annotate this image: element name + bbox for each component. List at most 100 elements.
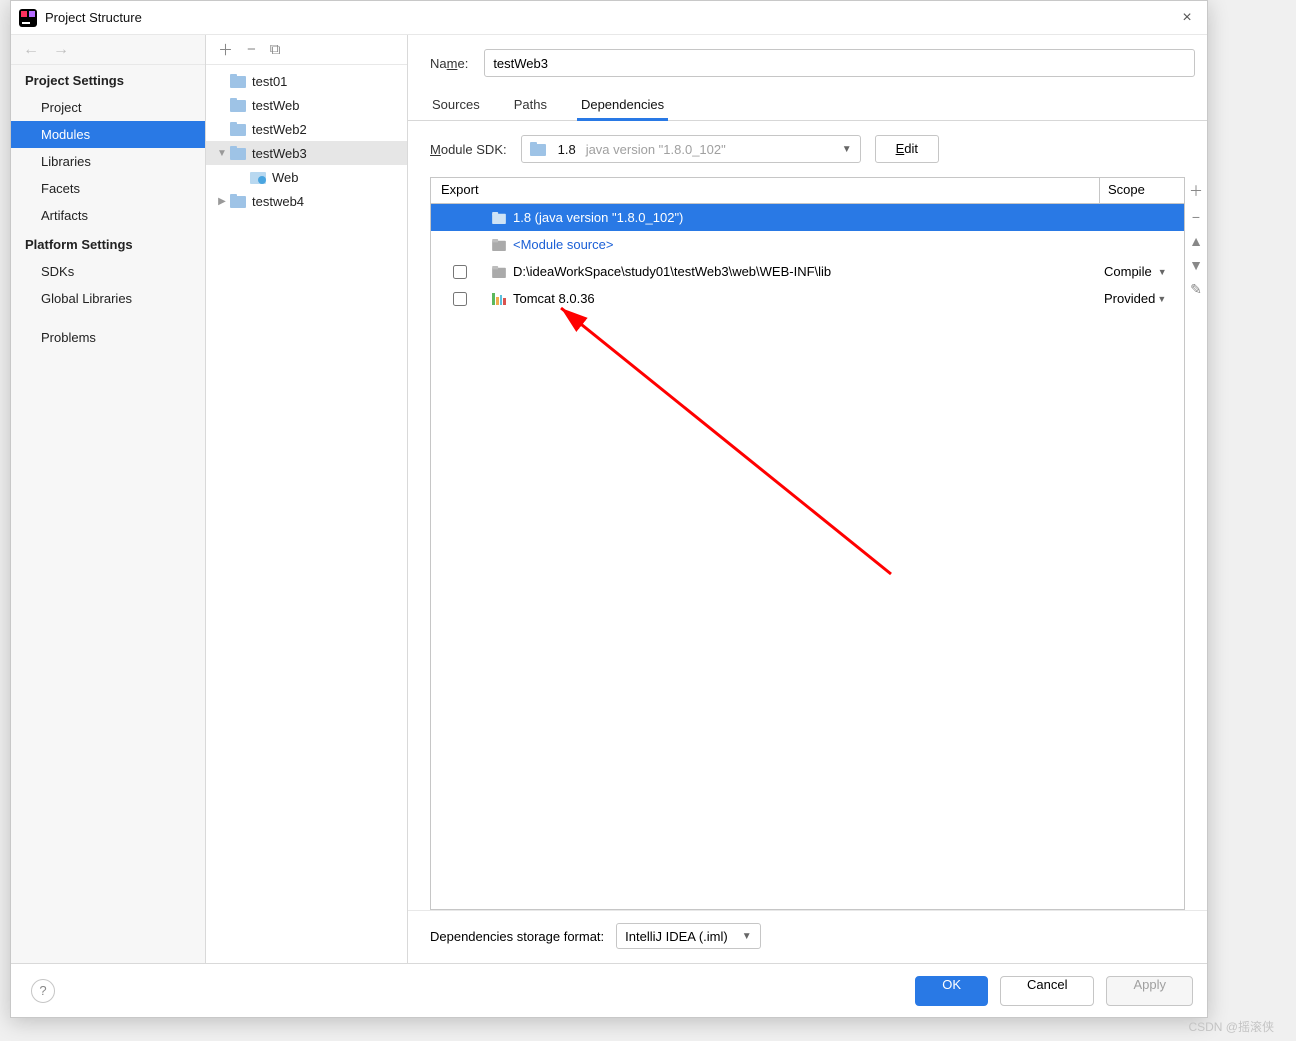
sidebar-item-facets[interactable]: Facets <box>11 175 205 202</box>
storage-format-combo[interactable]: IntelliJ IDEA (.iml) ▼ <box>616 923 760 949</box>
header-export: Export <box>431 178 1100 203</box>
close-icon[interactable]: × <box>1175 9 1199 27</box>
add-icon[interactable]: ＋ <box>218 39 233 60</box>
tab-sources[interactable]: Sources <box>430 91 482 120</box>
export-checkbox[interactable] <box>453 265 467 279</box>
folder-icon <box>489 266 509 278</box>
tree-toolbar: ＋ − ⧉ <box>206 35 407 65</box>
titlebar: Project Structure × <box>11 1 1207 35</box>
dep-row-tomcat[interactable]: Tomcat 8.0.36 Provided▼ <box>431 285 1184 312</box>
remove-dependency-icon[interactable]: − <box>1192 209 1200 225</box>
module-tree-panel: ＋ − ⧉ test01 testWeb testWeb2 ▼ <box>206 35 408 963</box>
tree-node-testweb3[interactable]: ▼ testWeb3 <box>206 141 407 165</box>
sidebar-item-modules[interactable]: Modules <box>11 121 205 148</box>
dep-name: D:\ideaWorkSpace\study01\testWeb3\web\WE… <box>509 264 1100 279</box>
folder-icon <box>230 146 246 160</box>
sidebar-item-global-libraries[interactable]: Global Libraries <box>11 285 205 312</box>
project-structure-dialog: Project Structure × ← → Project Settings… <box>10 0 1208 1018</box>
window-title: Project Structure <box>45 10 1175 25</box>
storage-label: Dependencies storage format: <box>430 929 604 944</box>
module-sdk-label: Module SDK: <box>430 142 507 157</box>
tabs: Sources Paths Dependencies <box>408 91 1207 121</box>
sidebar-item-sdks[interactable]: SDKs <box>11 258 205 285</box>
back-icon[interactable]: ← <box>23 41 39 59</box>
sdk-value: 1.8 <box>558 142 576 157</box>
folder-icon <box>489 212 509 224</box>
help-icon[interactable]: ? <box>31 979 55 1003</box>
edit-dependency-icon[interactable]: ✎ <box>1190 281 1202 298</box>
dependencies-side-toolbar: ＋ − ▲ ▼ ✎ <box>1185 177 1207 910</box>
folder-icon <box>230 194 246 208</box>
chevron-down-icon[interactable]: ▼ <box>214 148 230 159</box>
watermark: CSDN @摇滚侠 <box>1188 1018 1274 1035</box>
name-row: Name: <box>408 49 1207 91</box>
forward-icon[interactable]: → <box>53 41 69 59</box>
web-icon <box>250 170 266 184</box>
tree-node-testweb4[interactable]: ▶ testweb4 <box>206 189 407 213</box>
dep-name: 1.8 (java version "1.8.0_102") <box>509 210 1100 225</box>
table-header: Export Scope <box>431 178 1184 204</box>
apply-button[interactable]: Apply <box>1106 976 1193 1006</box>
sidebar-section-project-settings: Project Settings <box>11 65 205 94</box>
checkbox-cell <box>431 265 489 279</box>
checkbox-cell <box>431 292 489 306</box>
sidebar-item-libraries[interactable]: Libraries <box>11 148 205 175</box>
dep-row-module-source[interactable]: <Module source> <box>431 231 1184 258</box>
dep-name: Tomcat 8.0.36 <box>509 291 1100 306</box>
tree-node-testweb2[interactable]: testWeb2 <box>206 117 407 141</box>
tree-label: testweb4 <box>252 194 304 209</box>
name-field[interactable] <box>484 49 1195 77</box>
dependencies-table: Export Scope 1.8 (java version "1.8.0_10… <box>430 177 1185 910</box>
remove-icon[interactable]: − <box>247 41 256 58</box>
sidebar-item-problems[interactable]: Problems <box>11 324 205 351</box>
dialog-body: ← → Project Settings Project Modules Lib… <box>11 35 1207 963</box>
chevron-down-icon: ▼ <box>1158 267 1167 277</box>
chevron-right-icon[interactable]: ▶ <box>214 196 230 207</box>
sdk-secondary: java version "1.8.0_102" <box>586 142 726 157</box>
folder-icon <box>489 239 509 251</box>
tree-node-web[interactable]: Web <box>206 165 407 189</box>
add-dependency-icon[interactable]: ＋ <box>1189 181 1203 201</box>
sidebar-nav: ← → <box>11 35 205 65</box>
move-up-icon[interactable]: ▲ <box>1189 233 1203 249</box>
folder-icon <box>230 98 246 112</box>
dep-scope[interactable]: Compile▼ <box>1100 264 1184 279</box>
edit-button[interactable]: Edit <box>875 135 939 163</box>
sdk-row: Module SDK: 1.8 java version "1.8.0_102"… <box>408 121 1207 177</box>
ok-button[interactable]: OK <box>915 976 988 1006</box>
dependencies-wrapper: Export Scope 1.8 (java version "1.8.0_10… <box>430 177 1207 910</box>
chevron-down-icon: ▼ <box>742 931 752 942</box>
table-body: 1.8 (java version "1.8.0_102") <Module s… <box>431 204 1184 909</box>
header-scope: Scope <box>1100 178 1184 203</box>
sidebar-section-platform-settings: Platform Settings <box>11 229 205 258</box>
dialog-footer: ? OK Cancel Apply <box>11 963 1207 1017</box>
name-label: Name: <box>430 56 468 71</box>
move-down-icon[interactable]: ▼ <box>1189 257 1203 273</box>
tree-label: test01 <box>252 74 287 89</box>
export-checkbox[interactable] <box>453 292 467 306</box>
dep-name: <Module source> <box>509 237 1100 252</box>
tree-label: Web <box>272 170 299 185</box>
storage-row: Dependencies storage format: IntelliJ ID… <box>408 910 1207 963</box>
dep-scope[interactable]: Provided▼ <box>1100 291 1184 306</box>
tree-label: testWeb2 <box>252 122 307 137</box>
cancel-button[interactable]: Cancel <box>1000 976 1094 1006</box>
tab-dependencies[interactable]: Dependencies <box>579 91 666 120</box>
sidebar: ← → Project Settings Project Modules Lib… <box>11 35 206 963</box>
library-icon <box>489 293 509 305</box>
storage-value: IntelliJ IDEA (.iml) <box>625 929 728 944</box>
content-panel: Name: Sources Paths Dependencies Module … <box>408 35 1207 963</box>
tab-paths[interactable]: Paths <box>512 91 549 120</box>
dep-row-sdk[interactable]: 1.8 (java version "1.8.0_102") <box>431 204 1184 231</box>
tree-node-testweb[interactable]: testWeb <box>206 93 407 117</box>
app-icon <box>19 9 37 27</box>
folder-icon <box>230 122 246 136</box>
module-sdk-combo[interactable]: 1.8 java version "1.8.0_102" ▼ <box>521 135 861 163</box>
folder-icon <box>230 74 246 88</box>
sidebar-item-artifacts[interactable]: Artifacts <box>11 202 205 229</box>
tree-node-test01[interactable]: test01 <box>206 69 407 93</box>
dep-row-lib[interactable]: D:\ideaWorkSpace\study01\testWeb3\web\WE… <box>431 258 1184 285</box>
copy-icon[interactable]: ⧉ <box>270 41 281 58</box>
chevron-down-icon: ▼ <box>1157 294 1166 304</box>
sidebar-item-project[interactable]: Project <box>11 94 205 121</box>
